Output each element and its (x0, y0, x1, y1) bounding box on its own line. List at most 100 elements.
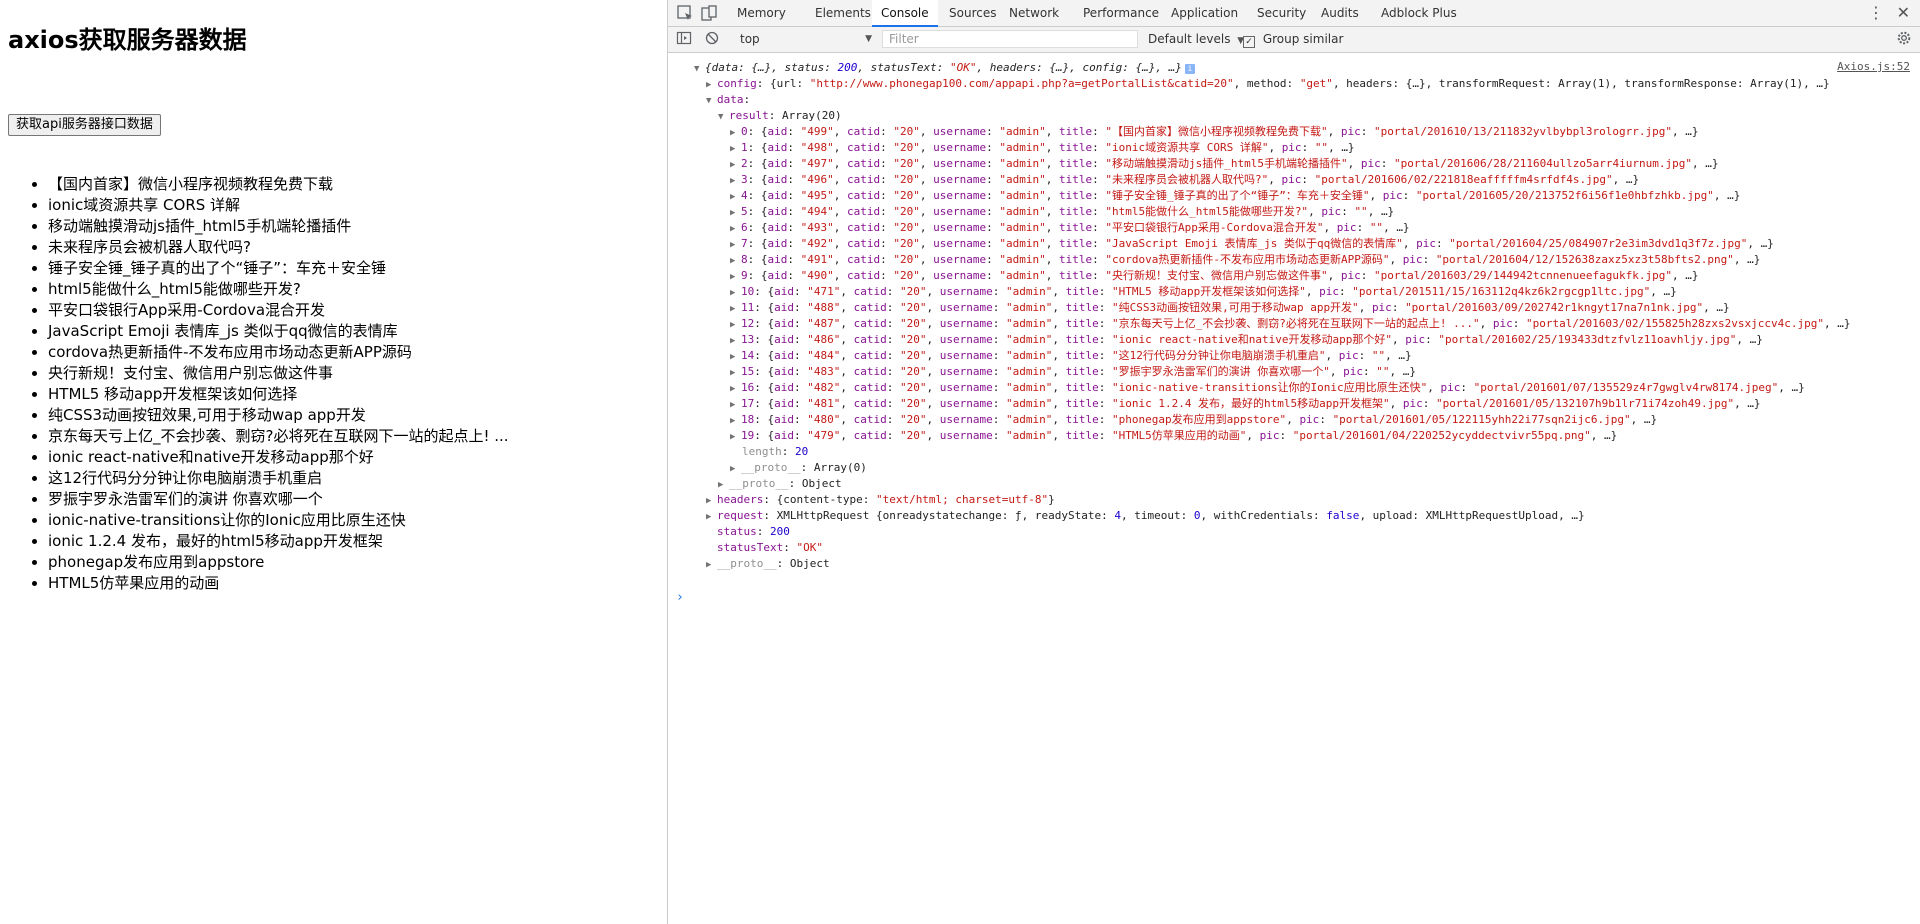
expand-arrow-icon[interactable]: ▶ (730, 205, 741, 221)
proto-object-row[interactable]: ▶ __proto__: Object (718, 476, 842, 492)
source-link[interactable]: Axios.js:52 (1837, 60, 1910, 73)
data-row[interactable]: ▼ data: (706, 92, 750, 108)
tab-sources[interactable]: Sources (940, 0, 1005, 26)
tab-network[interactable]: Network (1000, 0, 1068, 26)
result-item-row[interactable]: ▶ 6: {aid: "493", catid: "20", username: … (730, 220, 1410, 236)
expand-arrow-icon[interactable]: ▶ (718, 477, 729, 493)
expand-arrow-icon[interactable]: ▶ (730, 381, 741, 397)
expand-arrow-icon[interactable]: ▶ (730, 221, 741, 237)
list-item: ionic react-native和native开发移动app那个好 (48, 447, 509, 468)
expand-arrow-icon[interactable]: ▶ (730, 317, 741, 333)
status-row: status: 200 (717, 525, 790, 538)
expand-arrow-icon[interactable]: ▶ (730, 269, 741, 285)
chevron-down-icon: ▼ (865, 34, 872, 44)
list-item: html5能做什么_html5能做哪些开发? (48, 279, 509, 300)
console-sidebar-icon[interactable] (676, 30, 692, 46)
tab-memory[interactable]: Memory (728, 0, 795, 26)
list-item: ionic 1.2.4 发布，最好的html5移动app开发框架 (48, 531, 509, 552)
expand-arrow-icon[interactable]: ▼ (718, 109, 729, 125)
result-item-row[interactable]: ▶ 13: {aid: "486", catid: "20", username:… (730, 332, 1763, 348)
list-item: 【国内首家】微信小程序视频教程免费下载 (48, 174, 509, 195)
more-options-icon[interactable]: ⋮ (1868, 4, 1884, 22)
expand-arrow-icon[interactable]: ▶ (730, 397, 741, 413)
expand-arrow-icon[interactable]: ▶ (706, 557, 717, 573)
result-item-row[interactable]: ▶ 0: {aid: "499", catid: "20", username: … (730, 124, 1698, 140)
expand-arrow-icon[interactable]: ▶ (730, 285, 741, 301)
result-item-row[interactable]: ▶ 3: {aid: "496", catid: "20", username: … (730, 172, 1639, 188)
result-item-row[interactable]: ▶ 18: {aid: "480", catid: "20", username:… (730, 412, 1657, 428)
expand-arrow-icon[interactable]: ▶ (730, 157, 741, 173)
expand-arrow-icon[interactable]: ▶ (730, 141, 741, 157)
console-prompt-icon[interactable]: › (676, 590, 684, 605)
gear-icon[interactable] (1896, 30, 1912, 46)
list-item: 未来程序员会被机器人取代吗? (48, 237, 509, 258)
list-item: phonegap发布应用到appstore (48, 552, 509, 573)
list-item: 央行新规！支付宝、微信用户别忘做这件事 (48, 363, 509, 384)
list-item: 京东每天亏上亿_不会抄袭、剽窃?必将死在互联网下一站的起点上! ... (48, 426, 509, 447)
expand-arrow-icon[interactable]: ▶ (730, 349, 741, 365)
expand-arrow-icon[interactable]: ▶ (706, 493, 717, 509)
result-item-row[interactable]: ▶ 1: {aid: "498", catid: "20", username: … (730, 140, 1355, 156)
expand-arrow-icon[interactable]: ▶ (730, 461, 741, 477)
tab-elements[interactable]: Elements (806, 0, 880, 26)
expand-arrow-icon[interactable]: ▶ (730, 429, 741, 445)
result-item-row[interactable]: ▶ 4: {aid: "495", catid: "20", username: … (730, 188, 1740, 204)
length-row: length: 20 (742, 445, 809, 458)
expand-arrow-icon[interactable]: ▶ (730, 333, 741, 349)
expand-arrow-icon[interactable]: ▶ (706, 509, 717, 525)
proto-array-row[interactable]: ▶ __proto__: Array(0) (730, 460, 867, 476)
inspect-element-icon[interactable] (676, 4, 694, 22)
list-item: ionic域资源共享 CORS 详解 (48, 195, 509, 216)
expand-arrow-icon[interactable]: ▶ (730, 125, 741, 141)
tab-console[interactable]: Console (872, 0, 938, 27)
result-item-row[interactable]: ▶ 11: {aid: "488", catid: "20", username:… (730, 300, 1730, 316)
expand-arrow-icon[interactable]: ▶ (730, 237, 741, 253)
clear-console-icon[interactable] (704, 30, 720, 46)
result-row[interactable]: ▼ result: Array(20) (718, 108, 842, 124)
context-select[interactable]: top ▼ (740, 30, 872, 48)
expand-arrow-icon[interactable]: ▶ (730, 413, 741, 429)
tab-audits[interactable]: Audits (1312, 0, 1368, 26)
result-list: 【国内首家】微信小程序视频教程免费下载ionic域资源共享 CORS 详解移动端… (0, 174, 509, 594)
result-item-row[interactable]: ▶ 15: {aid: "483", catid: "20", username:… (730, 364, 1416, 380)
expand-arrow-icon[interactable]: ▶ (730, 173, 741, 189)
result-item-row[interactable]: ▶ 10: {aid: "471", catid: "20", username:… (730, 284, 1677, 300)
expand-arrow-icon[interactable]: ▶ (730, 301, 741, 317)
group-similar-toggle[interactable]: ✓ Group similar (1243, 30, 1343, 48)
expand-arrow-icon[interactable]: ▶ (730, 253, 741, 269)
page-area: axios获取服务器数据 获取api服务器接口数据 【国内首家】微信小程序视频教… (0, 0, 666, 924)
tab-adblock-plus[interactable]: Adblock Plus (1372, 0, 1466, 26)
close-devtools-icon[interactable]: ✕ (1897, 4, 1910, 22)
tab-performance[interactable]: Performance (1074, 0, 1168, 26)
log-levels-dropdown[interactable]: Default levels ▼ (1148, 30, 1244, 48)
expand-arrow-icon[interactable]: ▼ (694, 61, 705, 77)
result-item-row[interactable]: ▶ 9: {aid: "490", catid: "20", username: … (730, 268, 1698, 284)
result-item-row[interactable]: ▶ 14: {aid: "484", catid: "20", username:… (730, 348, 1412, 364)
list-item: HTML5 移动app开发框架该如何选择 (48, 384, 509, 405)
tab-security[interactable]: Security (1248, 0, 1315, 26)
result-item-row[interactable]: ▶ 8: {aid: "491", catid: "20", username: … (730, 252, 1760, 268)
tab-application[interactable]: Application (1162, 0, 1247, 26)
result-item-row[interactable]: ▶ 2: {aid: "497", catid: "20", username: … (730, 156, 1718, 172)
expand-arrow-icon[interactable]: ▶ (730, 189, 741, 205)
log-levels-label: Default levels (1148, 32, 1231, 46)
headers-row[interactable]: ▶ headers: {content-type: "text/html; cha… (706, 492, 1055, 508)
expand-arrow-icon[interactable]: ▶ (730, 365, 741, 381)
fetch-data-button[interactable]: 获取api服务器接口数据 (8, 114, 161, 136)
result-item-row[interactable]: ▶ 12: {aid: "487", catid: "20", username:… (730, 316, 1850, 332)
device-toolbar-icon[interactable] (700, 4, 718, 22)
proto-root-row[interactable]: ▶ __proto__: Object (706, 556, 830, 572)
filter-input[interactable] (882, 30, 1138, 48)
result-item-row[interactable]: ▶ 19: {aid: "479", catid: "20", username:… (730, 428, 1617, 444)
request-row[interactable]: ▶ request: XMLHttpRequest {onreadystatech… (706, 508, 1585, 524)
expand-arrow-icon[interactable]: ▶ (706, 77, 717, 93)
result-item-row[interactable]: ▶ 7: {aid: "492", catid: "20", username: … (730, 236, 1774, 252)
result-item-row[interactable]: ▶ 5: {aid: "494", catid: "20", username: … (730, 204, 1394, 220)
expand-arrow-icon[interactable]: ▼ (706, 93, 717, 109)
checkbox-checked-icon[interactable]: ✓ (1243, 36, 1255, 48)
config-row[interactable]: ▶ config: {url: "http://www.phonegap100.c… (706, 76, 1830, 92)
list-item: cordova热更新插件-不发布应用市场动态更新APP源码 (48, 342, 509, 363)
log-summary-row[interactable]: ▼ {data: {…}, status: 200, statusText: "O… (694, 60, 1195, 76)
result-item-row[interactable]: ▶ 17: {aid: "481", catid: "20", username:… (730, 396, 1761, 412)
result-item-row[interactable]: ▶ 16: {aid: "482", catid: "20", username:… (730, 380, 1805, 396)
